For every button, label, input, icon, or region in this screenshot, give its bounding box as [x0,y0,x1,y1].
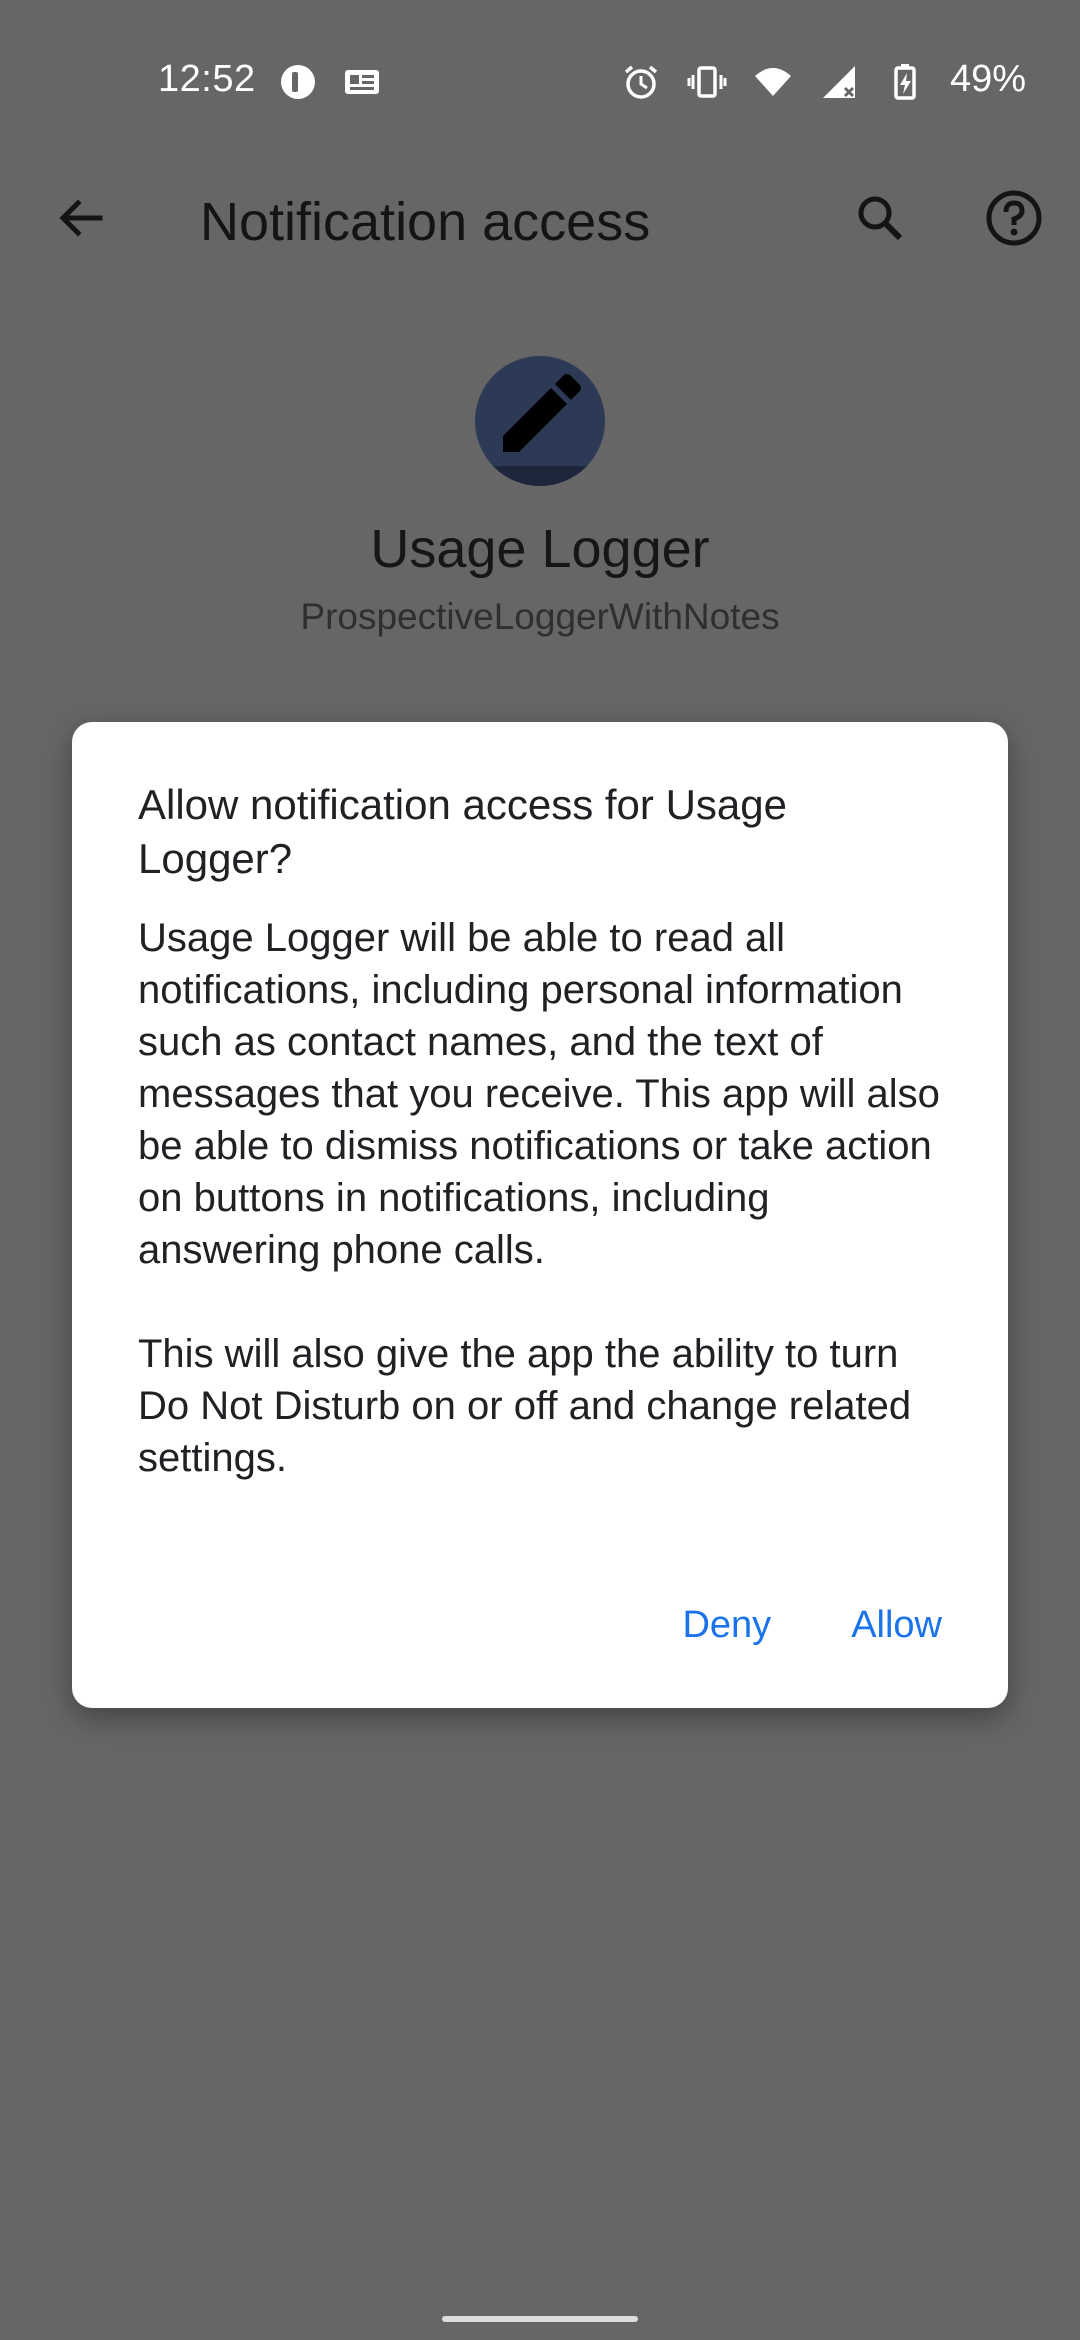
search-button[interactable] [840,178,920,258]
status-time: 12:52 [158,58,256,100]
battery-percent: 49% [949,58,1026,100]
status-bar: 12:52 49% [0,0,1080,168]
vibrate-icon [687,62,727,102]
app-bar: Notification access [0,168,1080,268]
dialog-body-paragraph: This will also give the app the ability … [138,1332,912,1480]
cell-signal-icon [819,62,859,102]
dialog-body: Usage Logger will be able to read all no… [138,912,958,1484]
news-icon [342,62,382,102]
back-arrow-icon [59,199,103,237]
wifi-icon [753,62,793,102]
help-button[interactable] [974,178,1054,258]
dialog-title: Allow notification access for Usage Logg… [138,781,787,882]
back-button[interactable] [40,178,120,258]
app-package-name: ProspectiveLoggerWithNotes [300,596,780,637]
permission-dialog: Allow notification access for Usage Logg… [72,722,1008,1708]
status-left-icons [278,62,382,102]
deny-button[interactable]: Deny [682,1600,771,1650]
alarm-icon [621,62,661,102]
dialog-actions: Deny Allow [682,1600,942,1650]
battery-charging-icon [885,62,925,102]
dialog-body-paragraph: Usage Logger will be able to read all no… [138,916,940,1272]
app-notification-icon [278,62,318,102]
allow-button[interactable]: Allow [851,1600,942,1650]
app-icon-stripe [475,466,605,486]
app-icon [475,356,605,486]
status-right-icons [621,62,925,102]
gesture-nav-handle[interactable] [442,2316,638,2322]
app-name: Usage Logger [370,519,710,579]
search-icon [858,196,903,241]
help-icon [986,190,1042,246]
page-title: Notification access [200,192,651,252]
